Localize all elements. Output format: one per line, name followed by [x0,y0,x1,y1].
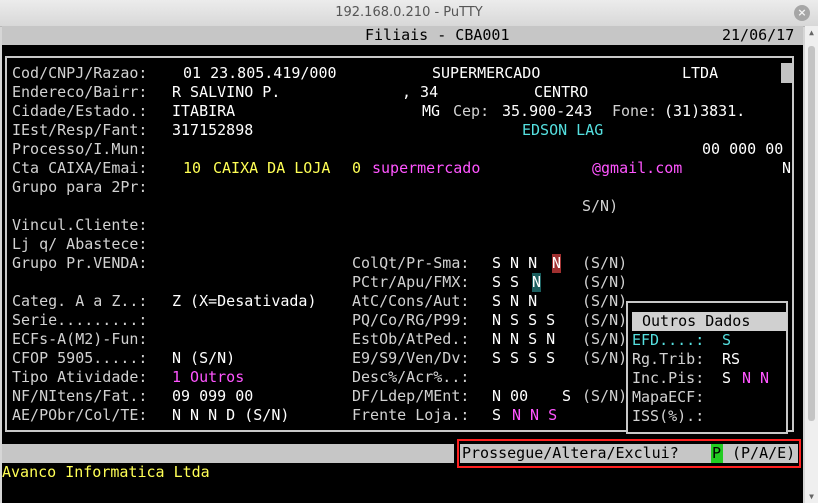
screen-title: Filiais - CBA001 [365,26,510,44]
label-cidade: Cidade/Estado.: [12,102,148,120]
field-cidade[interactable]: ITABIRA [172,102,235,121]
label-serie: Serie.........: [12,311,148,329]
field-cta-name[interactable]: CAIXA DA LOJA [213,159,330,178]
label-fone: Fone: [612,102,658,120]
field-ae[interactable]: N N N D (S/N) [172,406,289,425]
grupo-2pr-sn-hint: S/N) [582,197,619,215]
field-nf[interactable]: 09 099 00 [172,387,253,406]
field-categ[interactable]: Z (X=Desativada) [172,292,317,311]
field-estado[interactable]: MG [422,102,440,121]
pctr-sn-hint: (S/N) [582,273,628,291]
prompt-highlight-box [457,439,801,468]
label-pctr: PCtr/Apu/FMX: [352,273,470,291]
label-cta-caixa: Cta CAIXA/Emai: [12,159,148,177]
label-cfop: CFOP 5905.....: [12,349,148,367]
estob-sn-hint: (S/N) [582,330,628,348]
label-vincul-cliente: Vincul.Cliente: [12,216,148,234]
field-atc[interactable]: S N N [492,292,537,311]
field-email-user[interactable]: supermercado [372,159,480,178]
terminal-screen[interactable]: Filiais - CBA001 21/06/17 Cod/CNPJ/Razao… [2,26,803,503]
scroll-thumb[interactable] [808,46,815,421]
field-cta-num[interactable]: 10 [183,159,201,178]
label-mapa-ecf: MapaECF: [632,388,705,406]
label-efd: EFD....: [632,331,705,349]
field-frente[interactable]: S [492,406,501,425]
colqt-sn-hint: (S/N) [582,254,628,272]
label-iss: ISS(%).: [632,407,705,425]
label-endereco: Endereco/Bairr: [12,83,148,101]
field-inc-pis[interactable]: S [722,369,731,388]
label-ae: AE/PObr/Col/TE: [12,406,148,424]
field-iest[interactable]: 317152898 [172,121,253,140]
field-rg-trib[interactable]: RS [722,350,740,369]
scroll-down-icon[interactable]: ▼ [805,492,818,501]
field-cep[interactable]: 35.900-243 [502,102,592,121]
field-ltda[interactable]: LTDA [682,64,718,83]
field-fone[interactable]: (31)3831. [664,102,745,121]
field-endereco[interactable]: R SALVINO P. [172,83,280,102]
field-email-flag[interactable]: N [782,159,791,178]
field-numero[interactable]: , 34 [402,83,438,102]
field-bairro[interactable]: CENTRO [534,83,588,102]
field-cnpj[interactable]: 01 23.805.419/000 [183,64,337,83]
field-cfop[interactable]: N (S/N) [172,349,235,368]
label-colqt: ColQt/Pr-Sma: [352,254,470,272]
field-df[interactable]: N 00 [492,387,528,406]
pq-sn-hint: (S/N) [582,311,628,329]
field-email-domain[interactable]: @gmail.com [592,159,682,178]
footer-company: Avanco Informatica Ltda [2,463,210,481]
atc-sn-hint: (S/N) [582,292,628,310]
field-df-ment[interactable]: S [562,387,571,406]
label-categ: Categ. A a Z..: [12,292,148,310]
field-colqt[interactable]: S N N [492,254,537,273]
outros-dados-title: Outros Dados [642,312,751,330]
label-tipo-atividade: Tipo Atividade: [12,368,148,386]
field-tipo-atividade[interactable]: 1 Outros [172,368,244,387]
close-icon[interactable]: × [794,5,810,21]
label-grupo-venda: Grupo Pr.VENDA: [12,254,148,272]
window-titlebar[interactable]: 192.168.0.210 - PuTTY × [0,0,818,27]
terminal-scrollbar[interactable]: ▲ ▼ [805,26,818,503]
label-grupo-2pr: Grupo para 2Pr: [12,178,148,196]
label-df: DF/Ldep/MEnt: [352,387,470,405]
scroll-up-icon[interactable]: ▲ [805,28,818,37]
label-iest: IEst/Resp/Fant: [12,121,148,139]
status-bar [2,444,454,463]
field-pctr[interactable]: S S [492,273,519,292]
field-frente-flags[interactable]: N N S [512,406,557,425]
field-colqt-active[interactable]: N [552,254,562,273]
label-processo: Processo/I.Mun: [12,140,148,158]
label-nf: NF/NItens/Fat.: [12,387,148,405]
form-scroll-indicator [781,63,792,83]
label-rg-trib: Rg.Trib: [632,350,705,368]
label-e9: E9/S9/Ven/Dv: [352,349,470,367]
label-ecfs: ECFs-A(M2)-Fun: [12,330,148,348]
field-razao[interactable]: SUPERMERCADO [432,64,540,83]
e9-sn-hint: (S/N) [582,349,628,367]
label-cod: Cod/CNPJ/Razao: [12,64,148,82]
label-frente: Frente Loja.: [352,406,470,424]
label-inc-pis: Inc.Pis: [632,369,705,387]
field-fantasia[interactable]: EDSON LAG [522,121,603,140]
field-inscricao-municipal[interactable]: 00 000 00 [702,140,783,159]
field-pq[interactable]: N S S S [492,311,555,330]
field-efd[interactable]: S [722,331,731,350]
field-cta-zero[interactable]: 0 [352,159,361,178]
label-cep: Cep: [453,102,490,120]
label-desc: Desc%/Acr%..: [352,368,470,386]
df-sn-hint: (S/N) [582,387,628,405]
label-atc: AtC/Cons/Aut: [352,292,470,310]
field-pctr-fmx[interactable]: N [532,273,542,292]
label-lj-abastece: Lj q/ Abastece: [12,235,148,253]
field-estob[interactable]: N N S N [492,330,555,349]
screen-date: 21/06/17 [722,26,795,44]
window-title: 192.168.0.210 - PuTTY [335,5,483,20]
field-inc-pis-flags[interactable]: N N [742,369,769,388]
label-pq: PQ/Co/RG/P99: [352,311,470,329]
label-estob: EstOb/AtPed.: [352,330,470,348]
field-e9[interactable]: S S S S [492,349,555,368]
